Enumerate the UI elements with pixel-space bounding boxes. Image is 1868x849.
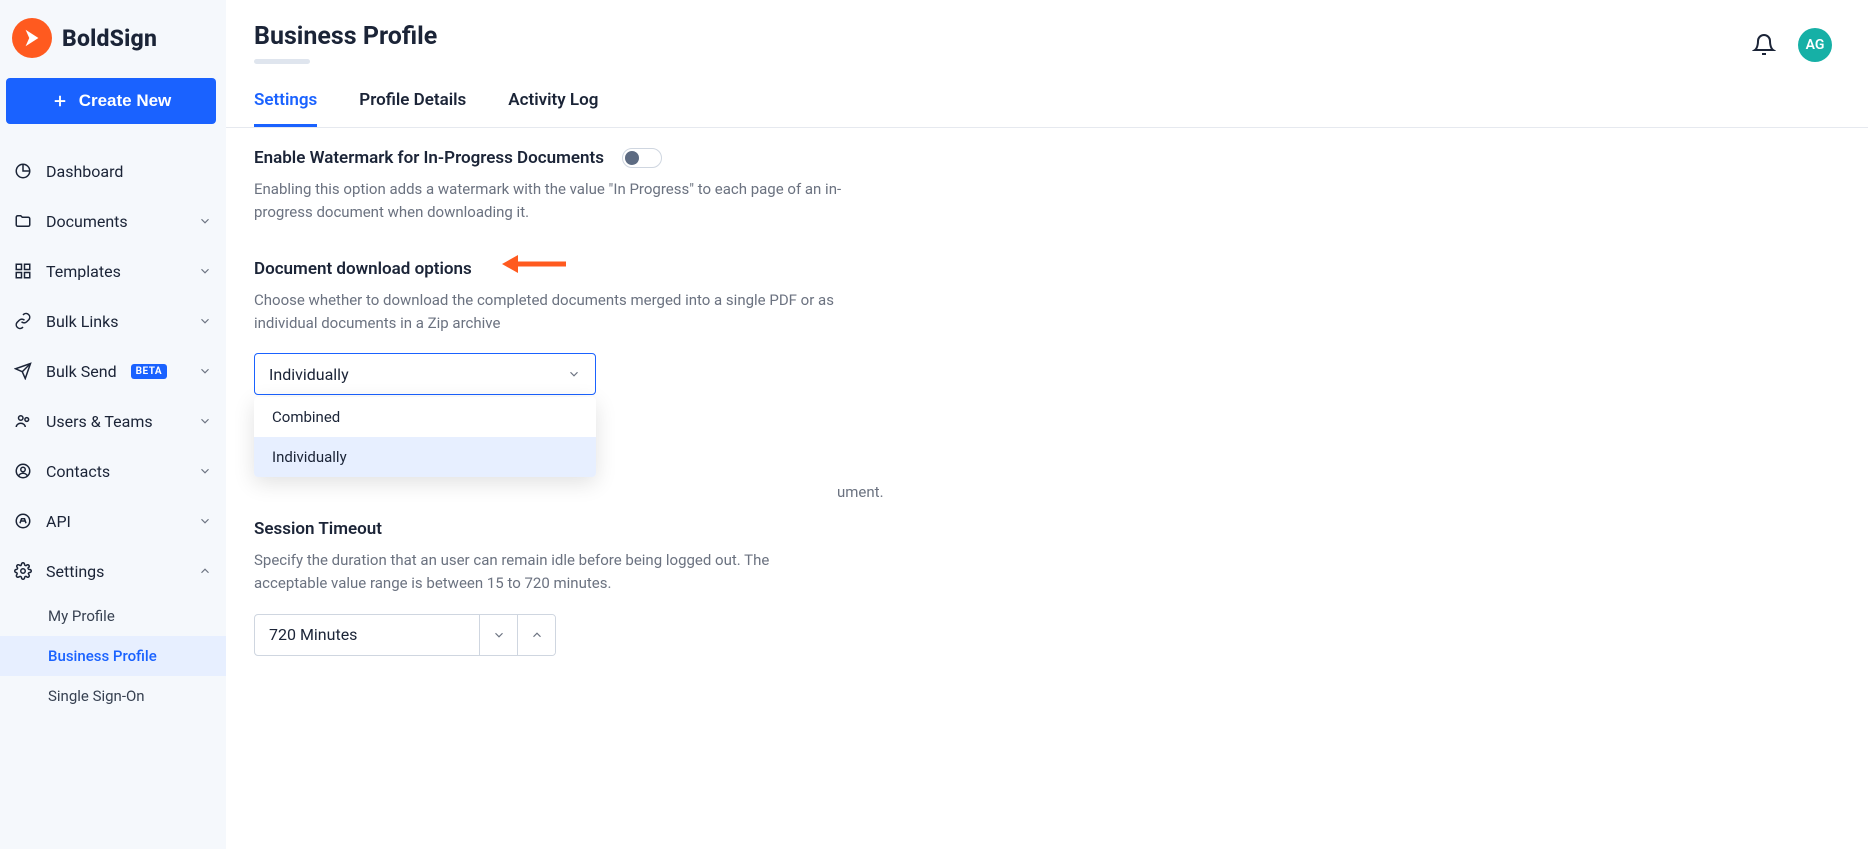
grid-icon [14,262,32,280]
sidebar-item-label: Documents [46,212,184,231]
chevron-down-icon [567,367,581,381]
tab-activity-log[interactable]: Activity Log [508,82,598,127]
contact-icon [14,462,32,480]
sidebar-item-label: API [46,512,184,531]
watermark-toggle[interactable] [622,148,662,168]
subnav-my-profile[interactable]: My Profile [0,596,226,636]
sidebar: BoldSign Create New Dashboard Documents … [0,0,226,849]
toggle-knob [625,151,639,165]
main: Business Profile Settings Profile Detail… [226,0,1868,849]
create-new-button[interactable]: Create New [6,78,216,124]
section-download-options: Document download options Choose whether… [254,259,914,396]
sidebar-item-dashboard[interactable]: Dashboard [0,146,226,196]
sidebar-item-bulk-send[interactable]: Bulk Send BETA [0,346,226,396]
chevron-down-icon [198,514,212,528]
page-header: Business Profile Settings Profile Detail… [226,0,1868,128]
download-desc: Choose whether to download the completed… [254,289,844,336]
bell-icon[interactable] [1752,33,1776,57]
sidebar-item-users-teams[interactable]: Users & Teams [0,396,226,446]
watermark-desc: Enabling this option adds a watermark wi… [254,178,844,225]
avatar[interactable]: AG [1798,28,1832,62]
dropdown-selected-value: Individually [269,365,349,384]
sidebar-item-label: Users & Teams [46,412,184,431]
dashboard-icon [14,162,32,180]
session-title: Session Timeout [254,519,914,539]
chevron-down-icon [198,414,212,428]
obscured-text-fragment: ument. [837,483,884,501]
chevron-down-icon [198,214,212,228]
create-new-label: Create New [79,91,172,111]
sidebar-item-label: Dashboard [46,162,212,181]
chevron-down-icon [198,464,212,478]
settings-subnav: My Profile Business Profile Single Sign-… [0,596,226,716]
subnav-single-sign-on[interactable]: Single Sign-On [0,676,226,716]
sidebar-item-bulk-links[interactable]: Bulk Links [0,296,226,346]
sidebar-item-label: Templates [46,262,184,281]
sidebar-item-label: Settings [46,562,184,581]
chevron-up-icon [530,628,544,642]
api-icon [14,512,32,530]
chevron-down-icon [198,364,212,378]
sidebar-nav: Dashboard Documents Templates Bulk Links… [0,146,226,716]
folder-icon [14,212,32,230]
download-dropdown[interactable]: Individually [254,353,596,395]
stepper-decrement[interactable] [479,615,517,655]
brand-name: BoldSign [62,25,157,52]
session-timeout-stepper: 720 Minutes [254,614,556,656]
session-timeout-value[interactable]: 720 Minutes [255,615,479,655]
annotation-arrow-icon [502,253,566,275]
download-title: Document download options [254,259,472,279]
sidebar-item-settings[interactable]: Settings [0,546,226,596]
tab-settings[interactable]: Settings [254,82,317,127]
chevron-down-icon [492,628,506,642]
plus-icon [51,92,69,110]
sidebar-item-label: Bulk Links [46,312,184,331]
beta-badge: BETA [131,364,168,379]
title-underline [254,59,310,64]
subnav-business-profile[interactable]: Business Profile [0,636,226,676]
download-dropdown-container: Individually Combined Individually [254,353,596,395]
section-session-timeout: Session Timeout Specify the duration tha… [254,519,914,656]
chevron-up-icon [198,564,212,578]
link-icon [14,312,32,330]
sidebar-item-label: Bulk Send [46,362,117,381]
stepper-increment[interactable] [517,615,555,655]
option-individually[interactable]: Individually [254,437,596,477]
sidebar-item-label: Contacts [46,462,184,481]
gear-icon [14,562,32,580]
download-dropdown-menu: Combined Individually [254,397,596,477]
brand-mark-icon [12,18,52,58]
sidebar-item-contacts[interactable]: Contacts [0,446,226,496]
content: Enable Watermark for In-Progress Documen… [226,128,1868,849]
tabs: Settings Profile Details Activity Log [254,82,1752,127]
page-title: Business Profile [254,22,1752,51]
session-desc: Specify the duration that an user can re… [254,549,844,596]
send-icon [14,362,32,380]
option-combined[interactable]: Combined [254,397,596,437]
watermark-title: Enable Watermark for In-Progress Documen… [254,148,604,168]
sidebar-item-templates[interactable]: Templates [0,246,226,296]
chevron-down-icon [198,314,212,328]
users-icon [14,412,32,430]
section-watermark: Enable Watermark for In-Progress Documen… [254,148,914,225]
brand-logo: BoldSign [0,0,226,72]
sidebar-item-documents[interactable]: Documents [0,196,226,246]
tab-profile-details[interactable]: Profile Details [359,82,466,127]
sidebar-item-api[interactable]: API [0,496,226,546]
chevron-down-icon [198,264,212,278]
